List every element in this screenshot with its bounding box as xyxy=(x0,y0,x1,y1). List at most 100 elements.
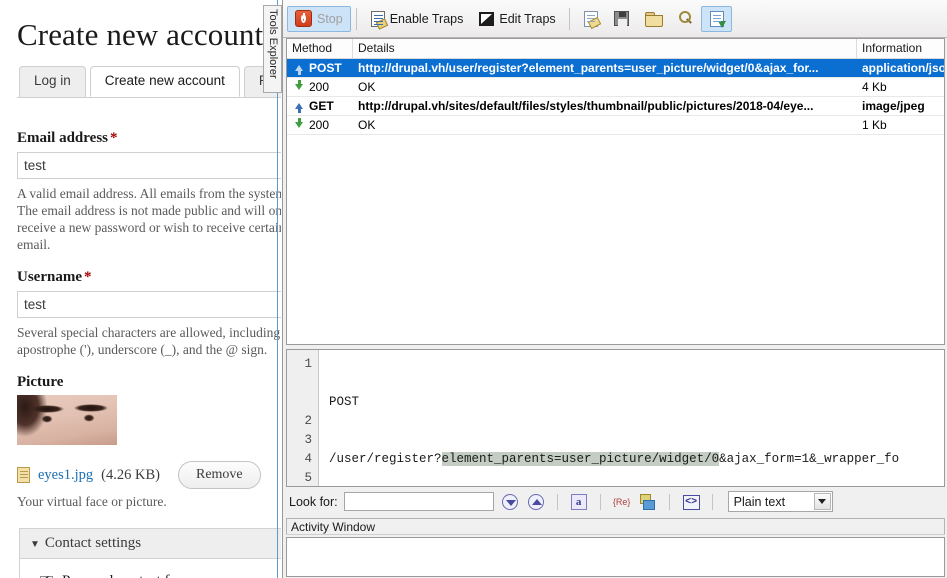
edit-traps-label: Edit Traps xyxy=(499,12,555,26)
line-number-spacer xyxy=(287,374,312,393)
email-input[interactable] xyxy=(17,152,281,179)
line-number: 5 xyxy=(287,469,312,487)
save-icon xyxy=(614,11,629,26)
email-field-label: Email address* xyxy=(17,130,281,147)
row-method-cell: 200 xyxy=(287,80,353,94)
code-url-highlight: element_parents=user_picture/widget/0 xyxy=(442,452,720,466)
search-separator-4 xyxy=(712,494,713,510)
email-label-text: Email address xyxy=(17,130,108,146)
row-details-cell: http://drupal.vh/user/register?element_p… xyxy=(353,61,857,75)
browser-page: Create new account Log in Create new acc… xyxy=(0,0,281,578)
find-next-icon[interactable] xyxy=(500,492,520,512)
contact-settings-legend[interactable]: ▼ Contact settings xyxy=(20,529,281,559)
enable-traps-button[interactable]: Enable Traps xyxy=(362,6,472,32)
search-separator-2 xyxy=(600,494,601,510)
form-tabs: Log in Create new account Res xyxy=(17,66,281,98)
email-description: A valid email address. All emails from t… xyxy=(17,185,281,253)
contact-settings-legend-text: Contact settings xyxy=(45,535,141,551)
magnifier-icon xyxy=(678,11,693,26)
username-description: Several special characters are allowed, … xyxy=(17,324,281,358)
username-required-marker: * xyxy=(84,269,92,285)
edit-traps-button[interactable]: Edit Traps xyxy=(471,6,563,32)
line-number: 3 xyxy=(287,431,312,450)
highlight-all-icon[interactable] xyxy=(638,492,658,512)
tab-create-new-account-label: Create new account xyxy=(105,73,225,88)
search-bar: Look for: a {Re} <> xyxy=(286,489,945,514)
remove-picture-button[interactable]: Remove xyxy=(178,461,261,489)
enable-traps-label: Enable Traps xyxy=(390,12,464,26)
format-select[interactable]: Plain text xyxy=(728,491,833,512)
toolbar-separator-1 xyxy=(356,8,357,30)
stop-button-label: Stop xyxy=(317,12,343,26)
contact-settings-body: Personal contact form Allow other users … xyxy=(20,559,281,578)
contact-settings-fieldset: ▼ Contact settings Personal contact form … xyxy=(19,528,281,578)
code-url-suffix: &ajax_form=1&_wrapper_fo xyxy=(719,452,899,466)
username-input[interactable] xyxy=(17,291,281,318)
match-case-icon[interactable]: a xyxy=(569,492,589,512)
picture-description: Your virtual face or picture. xyxy=(17,493,281,510)
line-number: 1 xyxy=(287,355,312,374)
search-input[interactable] xyxy=(344,492,494,511)
activity-divider xyxy=(286,534,945,535)
request-raw-text[interactable]: POST /user/register?element_parents=user… xyxy=(319,350,944,486)
row-divider xyxy=(287,134,944,135)
request-detail-pane[interactable]: 1 2 3 4 5 6 POST /user/register?element_… xyxy=(286,349,945,487)
column-header-method[interactable]: Method xyxy=(287,39,353,58)
collapse-triangle-icon[interactable]: ▼ xyxy=(30,539,40,550)
personal-contact-form-row: Personal contact form Allow other users … xyxy=(40,573,281,578)
search-separator-1 xyxy=(557,494,558,510)
request-list-header: Method Details Information xyxy=(287,39,944,59)
stop-button[interactable]: Stop xyxy=(287,6,351,32)
uploaded-file-link[interactable]: eyes1.jpg xyxy=(38,467,93,484)
row-method-cell: POST xyxy=(287,61,353,75)
row-information-cell: application/json xyxy=(857,61,945,75)
column-header-information[interactable]: Information xyxy=(857,39,945,58)
row-method-text: POST xyxy=(309,61,342,75)
new-document-button[interactable] xyxy=(575,6,606,32)
tools-explorer-label: Tools Explorer xyxy=(267,9,279,79)
open-folder-icon xyxy=(645,12,662,26)
column-header-details[interactable]: Details xyxy=(353,39,857,58)
open-button[interactable] xyxy=(637,6,670,32)
search-button[interactable] xyxy=(670,6,701,32)
format-select-value: Plain text xyxy=(734,495,785,509)
register-form: Create new account Log in Create new acc… xyxy=(0,0,281,578)
row-details-cell: OK xyxy=(353,80,857,94)
table-row[interactable]: GET http://drupal.vh/sites/default/files… xyxy=(287,97,944,115)
request-list[interactable]: Method Details Information POST http://d… xyxy=(286,38,945,345)
row-method-text: GET xyxy=(309,99,334,113)
find-previous-icon[interactable] xyxy=(526,492,546,512)
request-up-arrow-icon xyxy=(295,103,303,109)
export-document-icon xyxy=(710,11,724,27)
request-up-arrow-icon xyxy=(295,65,303,71)
angle-brackets-icon[interactable]: <> xyxy=(681,492,701,512)
code-line-url: /user/register?element_parents=user_pict… xyxy=(329,450,944,469)
table-row[interactable]: 200 OK 1 Kb xyxy=(287,116,944,134)
angle-brackets-label: <> xyxy=(683,495,700,510)
regex-icon[interactable]: {Re} xyxy=(612,492,632,512)
tools-explorer-tab[interactable]: Tools Explorer xyxy=(263,5,282,93)
export-document-button[interactable] xyxy=(701,6,732,32)
row-information-cell: image/jpeg xyxy=(857,99,945,113)
line-number: 4 xyxy=(287,450,312,469)
file-icon xyxy=(17,467,30,483)
row-method-cell: 200 xyxy=(287,118,353,132)
row-details-cell: OK xyxy=(353,118,857,132)
code-url-prefix: /user/register? xyxy=(329,452,442,466)
username-label-text: Username xyxy=(17,269,82,285)
table-row[interactable]: POST http://drupal.vh/user/register?elem… xyxy=(287,59,944,77)
save-button[interactable] xyxy=(606,6,637,32)
uploaded-file-row: eyes1.jpg (4.26 KB) Remove xyxy=(17,461,281,489)
activity-window-body[interactable] xyxy=(286,537,945,577)
line-number-gutter: 1 2 3 4 5 6 xyxy=(287,350,319,486)
table-row[interactable]: 200 OK 4 Kb xyxy=(287,78,944,96)
picture-label: Picture xyxy=(17,374,281,391)
tab-log-in[interactable]: Log in xyxy=(19,66,86,97)
chevron-down-icon[interactable] xyxy=(814,493,831,510)
search-separator-3 xyxy=(669,494,670,510)
row-information-cell: 1 Kb xyxy=(857,118,945,132)
personal-contact-form-label: Personal contact form xyxy=(62,573,281,578)
screen-root: Create new account Log in Create new acc… xyxy=(0,0,947,578)
edit-traps-icon xyxy=(479,12,494,26)
tab-create-new-account[interactable]: Create new account xyxy=(90,66,240,97)
